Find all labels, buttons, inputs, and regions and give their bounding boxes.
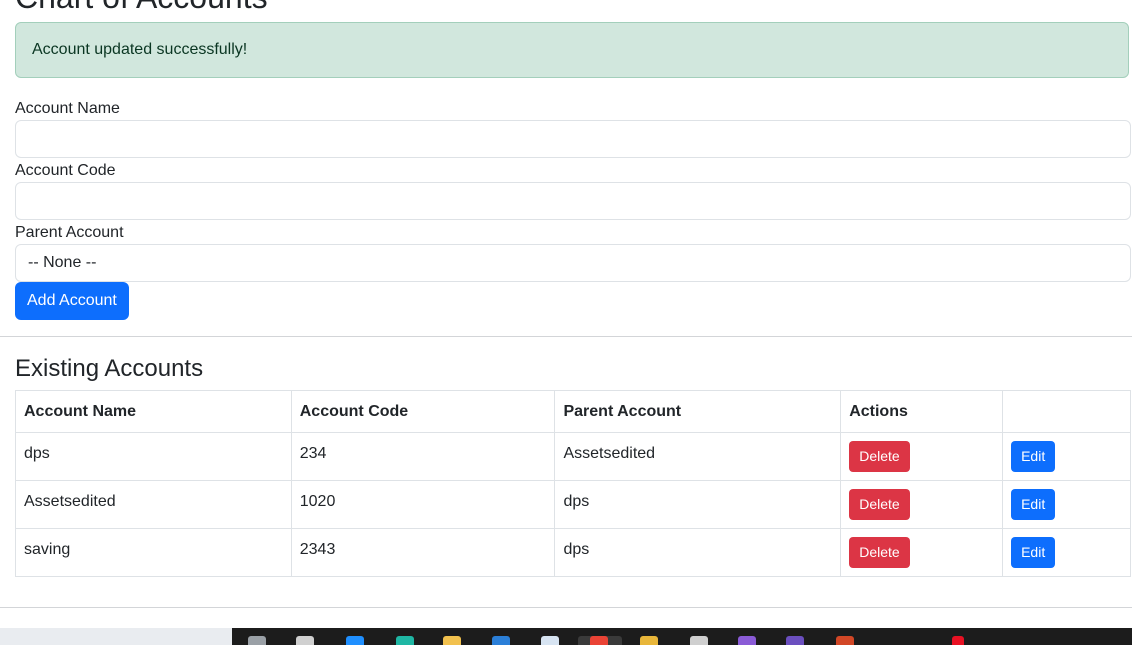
parent-account-label: Parent Account bbox=[15, 224, 124, 241]
cell-edit: Edit bbox=[1002, 528, 1131, 577]
notification-badge-icon[interactable] bbox=[952, 636, 964, 645]
app-icon[interactable] bbox=[786, 636, 804, 645]
cell-actions: Delete bbox=[840, 432, 1004, 481]
column-header-account-name: Account Name bbox=[15, 390, 292, 433]
parent-account-select[interactable]: -- None -- bbox=[15, 244, 1131, 282]
chrome-icon[interactable] bbox=[590, 636, 608, 645]
edit-button[interactable]: Edit bbox=[1011, 537, 1056, 568]
column-header-account-code: Account Code bbox=[290, 390, 556, 433]
app-icon[interactable] bbox=[541, 636, 559, 645]
cell-account-name: saving bbox=[15, 528, 292, 577]
column-header-actions: Actions bbox=[840, 390, 1004, 433]
delete-button[interactable]: Delete bbox=[849, 489, 910, 520]
cell-account-name: dps bbox=[15, 432, 292, 481]
delete-button[interactable]: Delete bbox=[849, 441, 910, 472]
delete-button[interactable]: Delete bbox=[849, 537, 910, 568]
existing-accounts-heading: Existing Accounts bbox=[15, 355, 204, 382]
search-icon[interactable] bbox=[248, 636, 266, 645]
parent-account-selected-value: -- None -- bbox=[28, 254, 97, 271]
azure-icon[interactable] bbox=[346, 636, 364, 645]
footer-divider bbox=[0, 607, 1132, 608]
cell-parent-account: dps bbox=[554, 528, 842, 577]
table-header-row: Account Name Account Code Parent Account… bbox=[15, 390, 1131, 433]
file-explorer-icon[interactable] bbox=[443, 636, 461, 645]
cell-edit: Edit bbox=[1002, 432, 1131, 481]
success-alert: Account updated successfully! bbox=[15, 22, 1129, 78]
cell-account-code: 234 bbox=[290, 432, 556, 481]
powerpoint-icon[interactable] bbox=[836, 636, 854, 645]
edge-icon[interactable] bbox=[396, 636, 414, 645]
sql-icon[interactable] bbox=[640, 636, 658, 645]
task-view-icon[interactable] bbox=[296, 636, 314, 645]
cell-parent-account: Assetsedited bbox=[554, 432, 842, 481]
cell-parent-account: dps bbox=[554, 480, 842, 529]
table-row: Assetsedited 1020 dps Delete Edit bbox=[15, 480, 1131, 529]
cell-account-code: 1020 bbox=[290, 480, 556, 529]
cell-actions: Delete bbox=[840, 480, 1004, 529]
cell-account-code: 2343 bbox=[290, 528, 556, 577]
account-name-input[interactable] bbox=[15, 120, 1131, 158]
store-icon[interactable] bbox=[492, 636, 510, 645]
column-header-empty bbox=[1002, 390, 1131, 433]
divider bbox=[0, 336, 1132, 337]
taskbar-search-area[interactable] bbox=[0, 628, 232, 645]
page-title: Chart of Accounts bbox=[15, 0, 268, 16]
cell-account-name: Assetsedited bbox=[15, 480, 292, 529]
cell-edit: Edit bbox=[1002, 480, 1131, 529]
windows-taskbar bbox=[0, 628, 1132, 645]
account-code-label: Account Code bbox=[15, 162, 116, 179]
accounts-table: Account Name Account Code Parent Account… bbox=[15, 390, 1131, 577]
table-row: dps 234 Assetsedited Delete Edit bbox=[15, 432, 1131, 481]
edit-button[interactable]: Edit bbox=[1011, 441, 1056, 472]
edit-button[interactable]: Edit bbox=[1011, 489, 1056, 520]
account-code-input[interactable] bbox=[15, 182, 1131, 220]
column-header-parent-account: Parent Account bbox=[554, 390, 842, 433]
notepad-icon[interactable] bbox=[690, 636, 708, 645]
table-row: saving 2343 dps Delete Edit bbox=[15, 528, 1131, 577]
add-account-button[interactable]: Add Account bbox=[15, 282, 129, 320]
visual-studio-icon[interactable] bbox=[738, 636, 756, 645]
cell-actions: Delete bbox=[840, 528, 1004, 577]
account-name-label: Account Name bbox=[15, 100, 120, 117]
alert-message: Account updated successfully! bbox=[32, 41, 248, 58]
